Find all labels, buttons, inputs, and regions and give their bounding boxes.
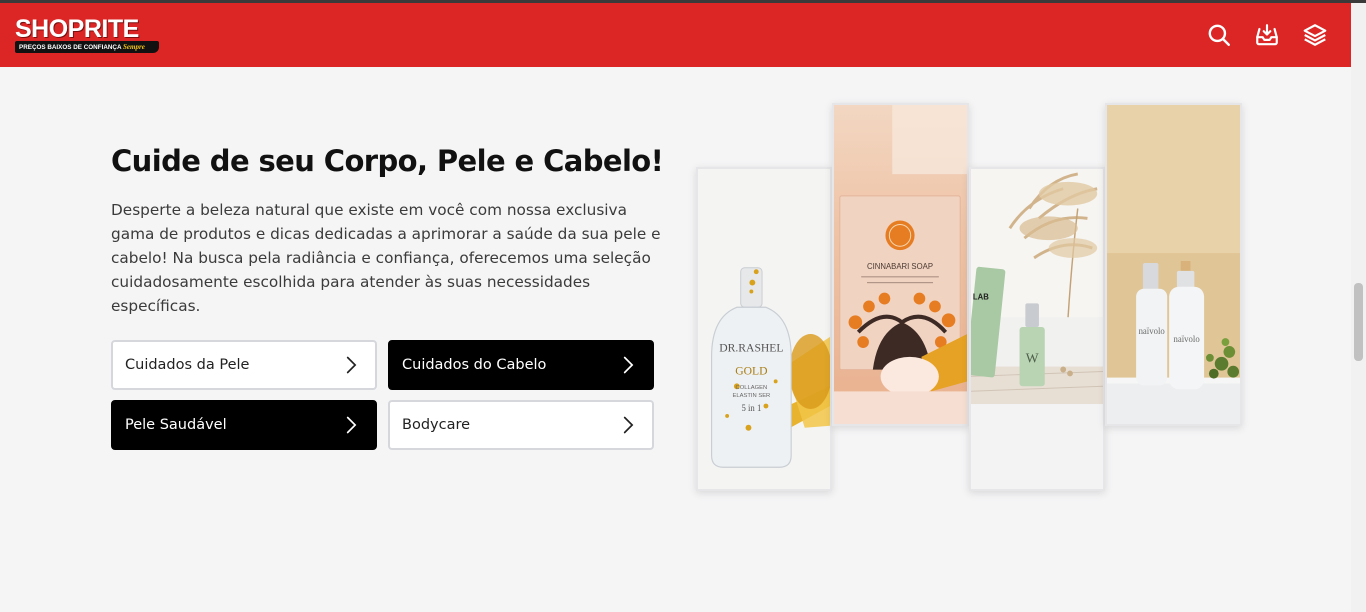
search-icon[interactable] xyxy=(1206,22,1232,48)
category-button-label: Bodycare xyxy=(402,417,471,433)
serum-label-line: GOLD xyxy=(735,364,767,377)
shoprite-logo[interactable]: SHOPRITE PREÇOS BAIXOS DE CONFIANÇA Semp… xyxy=(15,15,161,57)
layers-icon[interactable] xyxy=(1302,22,1328,48)
serum-bottle-photo[interactable]: DR.RASHEL GOLD COLLAGEN ELASTIN SER 5 in… xyxy=(696,167,832,491)
category-button-cuidados-do-cabelo[interactable]: Cuidados do Cabelo xyxy=(388,340,654,390)
chevron-right-icon xyxy=(623,356,634,374)
logo-tagline-accent: Sempre xyxy=(123,43,145,51)
site-header: SHOPRITE PREÇOS BAIXOS DE CONFIANÇA Semp… xyxy=(0,3,1351,67)
bottle-label: W xyxy=(1026,350,1039,365)
logo-tagline-text: PREÇOS BAIXOS DE CONFIANÇA xyxy=(19,44,122,51)
logo-brand-text: SHOPRITE xyxy=(15,15,139,43)
logo-tagline: PREÇOS BAIXOS DE CONFIANÇA Sempre xyxy=(15,41,159,53)
scrollbar-thumb[interactable] xyxy=(1354,283,1363,361)
serum-label-line: COLLAGEN xyxy=(736,385,768,391)
soap-label: CINNABARI SOAP xyxy=(867,262,933,271)
category-button-label: Cuidados do Cabelo xyxy=(402,357,547,373)
serum-label-line: ELASTIN SER xyxy=(732,393,770,399)
serum-label-line: 5 in 1 xyxy=(741,403,761,413)
bottle-brand-label: naïvolo xyxy=(1174,334,1201,344)
skincare-tubes-photo[interactable]: LAB W xyxy=(969,167,1105,491)
category-button-bodycare[interactable]: Bodycare xyxy=(388,400,654,450)
category-button-label: Pele Saudável xyxy=(125,417,227,433)
chevron-right-icon xyxy=(623,416,634,434)
bottle-brand-label: naïvolo xyxy=(1139,326,1166,336)
section-description: Desperte a beleza natural que existe em … xyxy=(111,201,661,315)
serum-label-line: DR.RASHEL xyxy=(719,342,783,355)
chevron-right-icon xyxy=(346,356,357,374)
category-button-label: Cuidados da Pele xyxy=(125,357,250,373)
category-button-pele-saudavel[interactable]: Pele Saudável xyxy=(111,400,377,450)
inbox-icon[interactable] xyxy=(1254,22,1280,48)
chevron-right-icon xyxy=(346,416,357,434)
bodycare-bottles-photo[interactable]: naïvolo naïvolo xyxy=(1105,103,1242,426)
cinnabari-soap-photo[interactable]: CINNABARI SOAP xyxy=(832,103,969,426)
category-button-cuidados-da-pele[interactable]: Cuidados da Pele xyxy=(111,340,377,390)
tube-label: LAB xyxy=(973,292,989,301)
page-scrollbar[interactable] xyxy=(1351,3,1366,612)
section-title: Cuide de seu Corpo, Pele e Cabelo! xyxy=(111,144,664,178)
